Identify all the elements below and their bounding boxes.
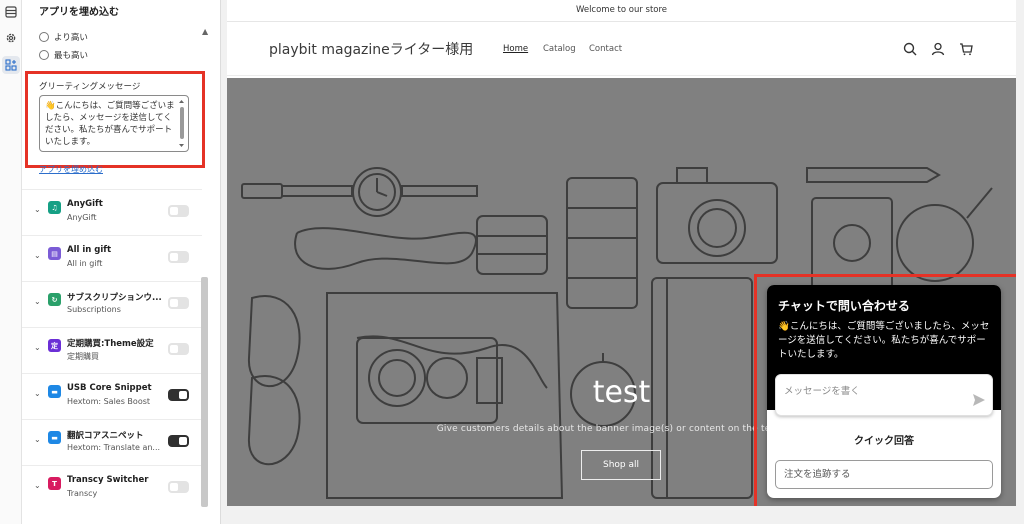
chevron-down-icon[interactable]: ⌄ bbox=[34, 435, 41, 444]
app-toggle[interactable] bbox=[168, 389, 189, 401]
chat-greeting-message: 👋こんにちは、ご質問等ございましたら、メッセージを送信してください。私たちが喜ん… bbox=[778, 321, 990, 360]
track-order-button[interactable]: 注文を追跡する bbox=[775, 460, 993, 489]
toggle-knob bbox=[170, 207, 178, 215]
transcy-app-icon: T bbox=[48, 477, 61, 490]
app-row-usb-core-snippet[interactable]: ⌄ ▬ USB Core Snippet Hextom: Sales Boost bbox=[22, 373, 202, 419]
toggle-knob bbox=[179, 437, 187, 445]
app-name: サブスクリプションウ... bbox=[67, 293, 162, 303]
app-row-subscriptions[interactable]: ⌄ ↻ サブスクリプションウ... Subscriptions bbox=[22, 281, 202, 327]
app-name: Transcy Switcher bbox=[67, 475, 149, 485]
toggle-knob bbox=[170, 345, 178, 353]
all-in-gift-app-icon: ▤ bbox=[48, 247, 61, 260]
app-name: All in gift bbox=[67, 245, 112, 255]
radio-button[interactable] bbox=[39, 32, 49, 42]
app-vendor: Subscriptions bbox=[67, 305, 121, 314]
app-toggle[interactable] bbox=[168, 297, 189, 309]
embed-apps-link[interactable]: アプリを埋め込む bbox=[39, 164, 103, 175]
toggle-knob bbox=[170, 253, 178, 261]
radio-option-highest[interactable]: 最も高い bbox=[39, 49, 88, 61]
teiki-kobai-app-icon: 定 bbox=[48, 339, 61, 352]
editor-icon-rail bbox=[0, 0, 22, 524]
app-name: 定期購買:Theme設定 bbox=[67, 339, 154, 349]
app-toggle[interactable] bbox=[168, 343, 189, 355]
radio-label: より高い bbox=[54, 33, 88, 43]
chat-message-input[interactable]: メッセージを書く bbox=[775, 374, 993, 416]
preview-bottom-margin bbox=[227, 506, 1024, 524]
account-icon[interactable] bbox=[931, 42, 945, 56]
chevron-down-icon[interactable]: ⌄ bbox=[34, 297, 41, 306]
hextom-translate-app-icon: ▬ bbox=[48, 431, 61, 444]
app-vendor: Transcy bbox=[67, 489, 98, 498]
chevron-down-icon[interactable]: ⌄ bbox=[34, 481, 41, 490]
greeting-textarea[interactable]: 👋こんにちは、ご質問等ございましたら、メッセージを送信してください。私たちが喜ん… bbox=[39, 95, 189, 152]
radio-option-higher[interactable]: より高い bbox=[39, 31, 88, 43]
chat-input-placeholder: メッセージを書く bbox=[784, 386, 860, 397]
toggle-knob bbox=[179, 391, 187, 399]
nav-link-contact[interactable]: Contact bbox=[589, 44, 622, 54]
app-row-teiki-kobai[interactable]: ⌄ 定 定期購買:Theme設定 定期購買 bbox=[22, 327, 202, 373]
app-vendor: All in gift bbox=[67, 259, 103, 268]
shop-all-button[interactable]: Shop all bbox=[581, 450, 661, 480]
app-embeds-panel: アプリを埋め込む ▲ より高い 最も高い グリーティングメッセージ 👋こんにちは… bbox=[22, 0, 221, 524]
announcement-bar: Welcome to our store bbox=[227, 0, 1016, 22]
anygift-app-icon: ♫ bbox=[48, 201, 61, 214]
app-row-transcy-switcher[interactable]: ⌄ T Transcy Switcher Transcy bbox=[22, 465, 202, 511]
chevron-down-icon[interactable]: ⌄ bbox=[34, 251, 41, 260]
header-divider bbox=[227, 75, 1016, 76]
greeting-label: グリーティングメッセージ bbox=[39, 82, 141, 92]
app-vendor: AnyGift bbox=[67, 213, 97, 222]
toggle-knob bbox=[170, 299, 178, 307]
nav-link-home[interactable]: Home bbox=[503, 44, 528, 54]
panel-scrollbar[interactable] bbox=[201, 277, 208, 507]
radio-button[interactable] bbox=[39, 50, 49, 60]
app-vendor: 定期購買 bbox=[67, 352, 99, 361]
search-icon[interactable] bbox=[903, 42, 917, 56]
app-vendor: Hextom: Sales Boost bbox=[67, 397, 151, 406]
chevron-down-icon[interactable]: ⌄ bbox=[34, 389, 41, 398]
preview-right-margin bbox=[1016, 0, 1024, 524]
send-icon[interactable] bbox=[972, 393, 986, 407]
subscriptions-app-icon: ↻ bbox=[48, 293, 61, 306]
layout-sections-icon[interactable] bbox=[2, 3, 20, 21]
app-name: 翻訳コアスニペット bbox=[67, 431, 144, 441]
chevron-up-icon[interactable]: ▲ bbox=[202, 27, 208, 36]
app-toggle[interactable] bbox=[168, 435, 189, 447]
hextom-sales-app-icon: ▬ bbox=[48, 385, 61, 398]
cart-icon[interactable] bbox=[959, 42, 973, 56]
apps-icon[interactable] bbox=[2, 56, 20, 74]
gear-icon[interactable] bbox=[2, 29, 20, 47]
nav-link-catalog[interactable]: Catalog bbox=[543, 44, 576, 54]
chevron-down-icon[interactable]: ⌄ bbox=[34, 343, 41, 352]
toggle-knob bbox=[170, 483, 178, 491]
app-toggle[interactable] bbox=[168, 481, 189, 493]
app-row-all-in-gift[interactable]: ⌄ ▤ All in gift All in gift bbox=[22, 235, 202, 281]
panel-title: アプリを埋め込む bbox=[39, 7, 119, 18]
radio-label: 最も高い bbox=[54, 51, 89, 61]
app-vendor: Hextom: Translate an... bbox=[67, 443, 161, 452]
quick-reply-label: クイック回答 bbox=[854, 436, 914, 447]
chevron-down-icon[interactable]: ⌄ bbox=[34, 205, 41, 214]
textarea-scroll-thumb[interactable] bbox=[180, 107, 184, 139]
app-toggle[interactable] bbox=[168, 251, 189, 263]
chat-widget: チャットで問い合わせる 👋こんにちは、ご質問等ございましたら、メッセージを送信し… bbox=[767, 285, 1001, 498]
chat-title: チャットで問い合わせる bbox=[778, 299, 910, 313]
app-toggle[interactable] bbox=[168, 205, 189, 217]
app-name: USB Core Snippet bbox=[67, 383, 152, 393]
app-row-anygift[interactable]: ⌄ ♫ AnyGift AnyGift bbox=[22, 189, 202, 235]
store-logo-text[interactable]: playbit magazineライター様用 bbox=[269, 39, 473, 59]
app-row-translate-snippet[interactable]: ⌄ ▬ 翻訳コアスニペット Hextom: Translate an... bbox=[22, 419, 202, 465]
app-name: AnyGift bbox=[67, 199, 103, 209]
